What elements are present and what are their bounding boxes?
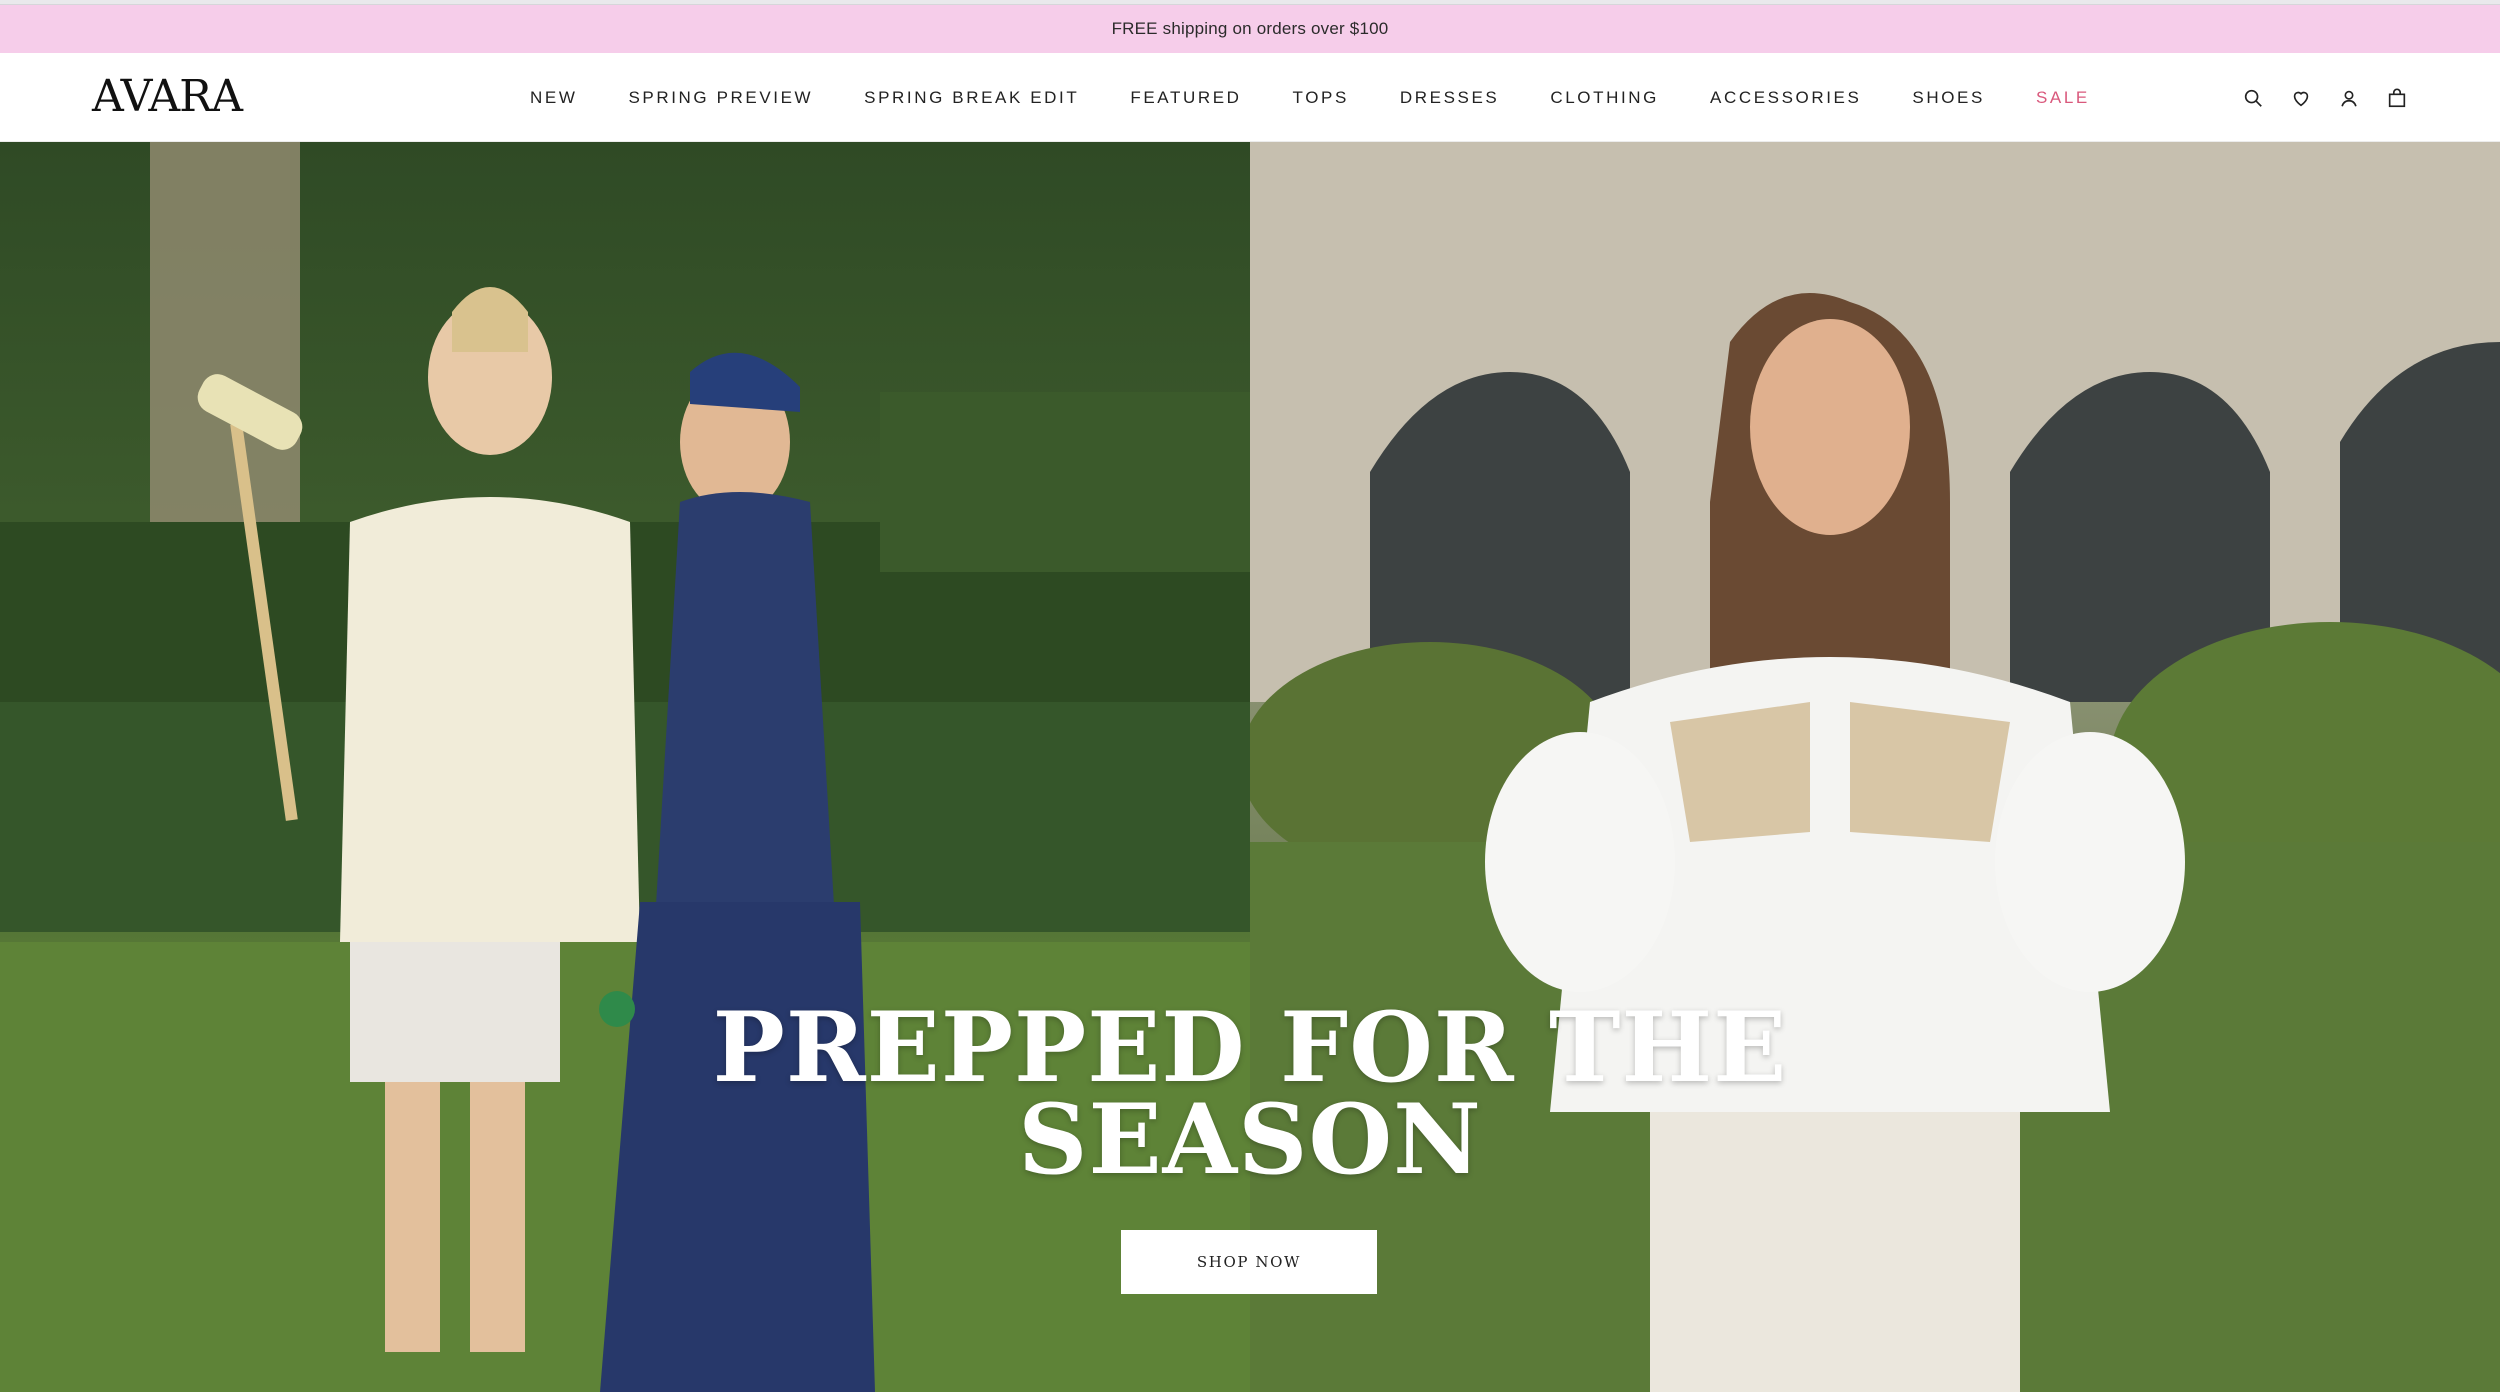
nav-new[interactable]: NEW [530,88,577,108]
account-icon[interactable] [2338,87,2360,109]
hero-headline: PREPPED FOR THE SEASON [0,991,2500,1196]
nav-shoes[interactable]: SHOES [1912,88,1985,108]
header-icons [2242,53,2408,142]
nav-featured[interactable]: FEATURED [1130,88,1241,108]
shop-now-button[interactable]: SHOP NOW [1121,1230,1377,1294]
main-nav: NEW SPRING PREVIEW SPRING BREAK EDIT FEA… [530,53,2090,142]
announcement-text: FREE shipping on orders over $100 [1111,19,1389,38]
brand-logo[interactable]: AVARA [92,73,243,121]
hero-headline-line-2: SEASON [1018,1083,1482,1196]
hero-headline-line-1: PREPPED FOR THE [712,991,1788,1104]
nav-dresses[interactable]: DRESSES [1400,88,1499,108]
nav-tops[interactable]: TOPS [1293,88,1349,108]
announcement-bar: FREE shipping on orders over $100 [0,5,2500,53]
nav-accessories[interactable]: ACCESSORIES [1710,88,1861,108]
site-header: AVARA NEW SPRING PREVIEW SPRING BREAK ED… [0,53,2500,142]
nav-sale[interactable]: SALE [2036,88,2090,108]
bag-icon[interactable] [2386,87,2408,109]
search-icon[interactable] [2242,87,2264,109]
garden-photo-left [0,142,1250,1392]
courtyard-photo-right [1250,142,2500,1392]
nav-spring-preview[interactable]: SPRING PREVIEW [628,88,813,108]
hero-image-left [0,142,1250,1392]
hero-image-right [1250,142,2500,1392]
heart-icon[interactable] [2290,87,2312,109]
nav-clothing[interactable]: CLOTHING [1550,88,1659,108]
hero-banner: PREPPED FOR THE SEASON SHOP NOW [0,142,2500,1392]
nav-spring-break-edit[interactable]: SPRING BREAK EDIT [864,88,1079,108]
